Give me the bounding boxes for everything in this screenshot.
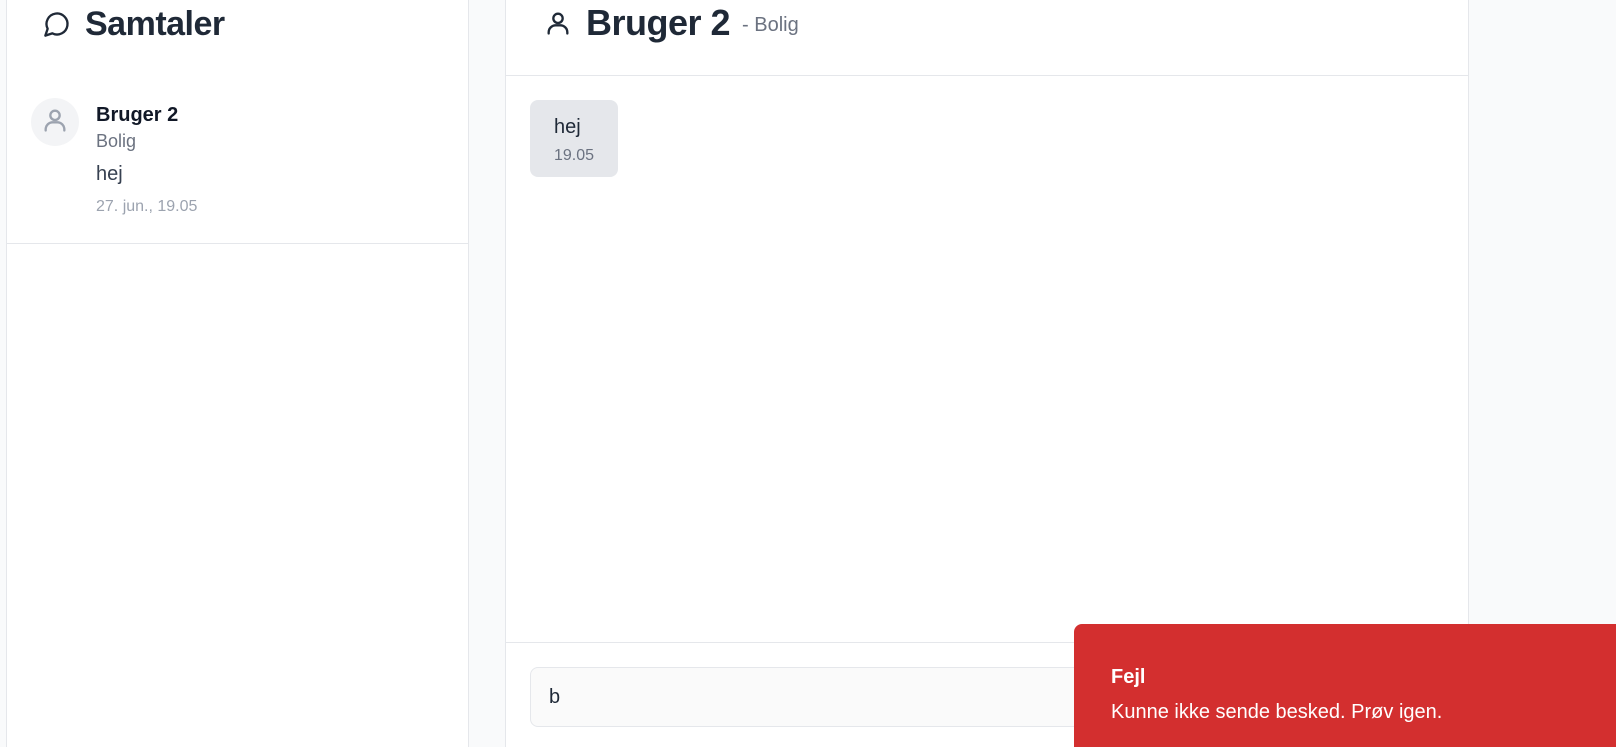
user-icon: [41, 106, 69, 139]
toast-title: Fejl: [1111, 666, 1146, 688]
sidebar-title: Samtaler: [85, 4, 225, 43]
conversation-category: Bolig: [96, 131, 137, 151]
conversation-sidebar: Samtaler Bruger 2 Bolig hej 27. jun., 19…: [6, 0, 469, 747]
messages-page: Samtaler Bruger 2 Bolig hej 27. jun., 19…: [0, 0, 1616, 747]
conversation-item[interactable]: Bruger 2 Bolig hej 27. jun., 19.05: [7, 74, 468, 244]
avatar: [31, 98, 79, 146]
conversation-preview: hej: [96, 163, 123, 185]
conversation-time: 27. jun., 19.05: [96, 198, 198, 215]
chat-bubble-icon: [43, 9, 73, 39]
message-time: 19.05: [554, 147, 595, 164]
chat-subtitle: - Bolig: [742, 14, 799, 36]
toast-message: Kunne ikke sende besked. Prøv igen.: [1111, 701, 1443, 723]
message-bubble: hej 19.05: [530, 100, 619, 177]
conversation-name: Bruger 2: [96, 104, 179, 126]
chat-header: Bruger 2 - Bolig: [506, 0, 1468, 76]
sidebar-header: Samtaler: [7, 0, 468, 70]
message-text: hej: [554, 116, 581, 138]
user-icon: [544, 8, 574, 38]
message-list[interactable]: hej 19.05: [506, 76, 1468, 642]
error-toast[interactable]: Fejl Kunne ikke sende besked. Prøv igen.: [1074, 624, 1616, 747]
chat-title: Bruger 2: [586, 1, 731, 43]
